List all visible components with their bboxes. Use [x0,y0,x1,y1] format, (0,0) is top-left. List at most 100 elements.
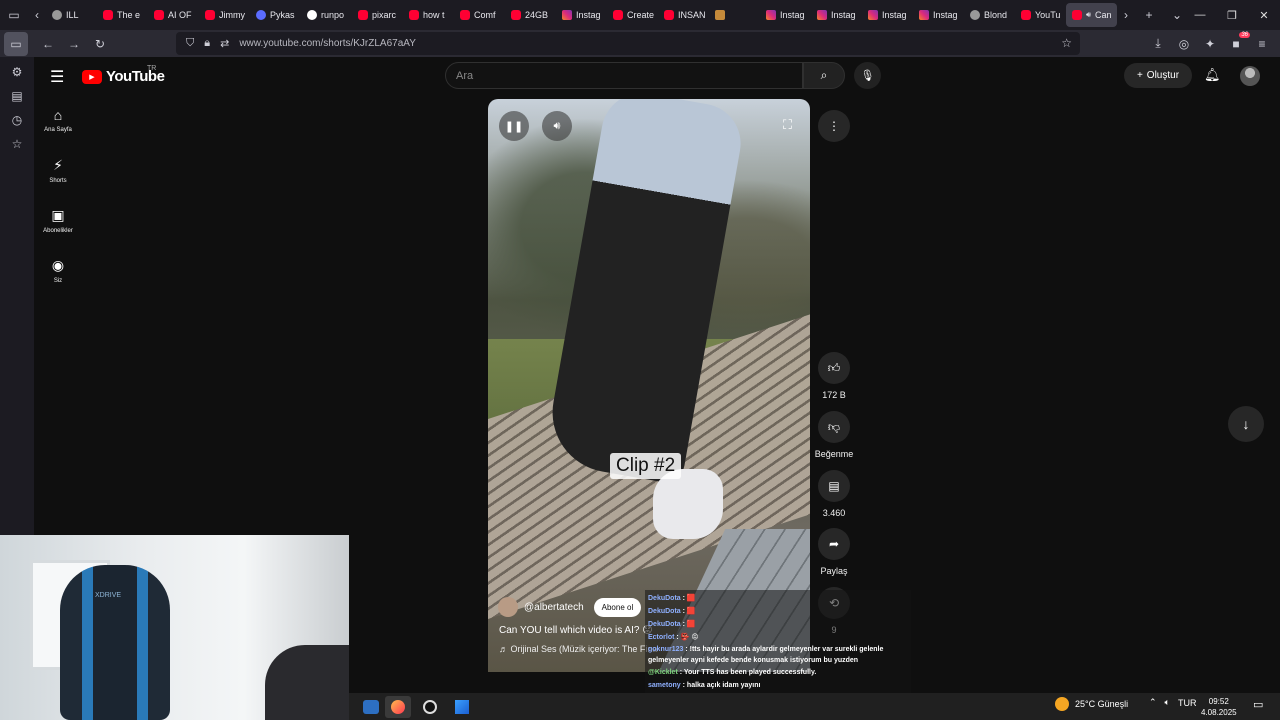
chat-username[interactable]: sametony [648,682,681,689]
create-button[interactable]: + Oluştur [1124,63,1192,88]
shield-icon[interactable]: ⛉ [186,37,194,50]
voice-search-button[interactable]: 🎙︎ [854,62,881,89]
thumbs-up-icon[interactable]: 👍︎ [818,352,850,384]
next-short-button[interactable]: ↓ [1228,406,1264,442]
new-tab-icon[interactable]: + [1135,0,1163,30]
chat-username[interactable]: goknur123 [648,646,683,653]
search-input[interactable]: Ara [445,62,803,89]
history-icon[interactable]: ◷ [12,113,22,127]
synced-tabs-icon[interactable]: ▤ [11,89,22,103]
browser-tab[interactable]: Instag [811,0,862,30]
browser-tab[interactable]: Pykas [250,0,301,30]
sidebar-item-user[interactable]: ◉ Siz [34,245,82,295]
thumbs-down-icon[interactable]: 👎︎ [818,411,850,443]
like-action[interactable]: 👍︎ 172 B [810,352,858,400]
browser-tab-bar: ▭ ‹ ILL The e AI OF Jimmy Pykas runpo pixarc ho… [0,0,1280,30]
task-view-icon[interactable] [363,699,379,714]
obs-taskbar-icon[interactable] [417,696,443,718]
more-options-button[interactable]: ⋮ [818,110,850,142]
browser-tab[interactable]: Jimmy [199,0,250,30]
tab-favicon-icon [358,10,368,20]
volume-button[interactable]: 🔊︎ [542,111,572,141]
browser-tab[interactable]: Instag [556,0,607,30]
browser-tab[interactable]: INSAN [658,0,709,30]
browser-tab[interactable]: Blond [964,0,1015,30]
chat-username[interactable]: DekuDota [648,608,681,615]
bookmarks-icon[interactable]: ☆ [12,137,23,151]
url-text[interactable]: www.youtube.com/shorts/KJrZLA67aAY [239,38,416,49]
bookmark-star-icon[interactable]: ☆ [1061,36,1072,50]
chat-username[interactable]: @Kicklet [648,669,678,676]
restore-icon[interactable]: ❐ [1216,0,1248,30]
browser-tab[interactable]: pixarc [352,0,403,30]
browser-tab[interactable]: Instag [760,0,811,30]
weather-widget[interactable]: 25°C Güneşli [1055,697,1128,711]
scroll-right-icon[interactable]: › [1117,0,1135,30]
scroll-left-icon[interactable]: ‹ [28,0,46,30]
browser-tab[interactable]: how t [403,0,454,30]
address-bar[interactable]: ⛉ 🔒︎ ⇄ www.youtube.com/shorts/KJrZLA67aA… [176,32,1080,55]
browser-tab[interactable]: YouTu [1015,0,1066,30]
browser-tab[interactable]: 🔊︎ Can [1066,3,1117,27]
sidebar-item-home[interactable]: ⌂ Ana Sayfa [34,95,82,145]
search-button[interactable]: ⌕ [803,62,845,89]
pause-button[interactable]: ❚❚ [499,111,529,141]
browser-tab[interactable] [709,0,760,30]
browser-tab[interactable]: 24GB [505,0,556,30]
browser-tab[interactable]: Create [607,0,658,30]
chat-username[interactable]: DekuDota [648,595,681,602]
sidebar-toggle-icon[interactable]: ▭ [4,31,28,56]
notifications-bell-icon[interactable]: 🔔︎ [1204,67,1221,83]
ai-chat-icon[interactable]: ⚙ [12,65,23,79]
reload-icon[interactable]: ↻ [88,32,112,56]
channel-name[interactable]: @albertatech [524,602,584,613]
language-indicator[interactable]: TUR [1178,698,1197,708]
app-taskbar-icon[interactable] [449,696,475,718]
browser-tab[interactable]: Instag [913,0,964,30]
tab-audio-icon[interactable]: 🔊︎ [1086,10,1091,20]
permissions-icon[interactable]: ⇄ [220,37,229,50]
account-icon[interactable]: ◎ [1174,37,1194,51]
lock-icon[interactable]: 🔒︎ [204,37,210,50]
browser-tab[interactable]: Instag [862,0,913,30]
logo-region: TR [147,65,157,72]
comments-action[interactable]: ▤ 3.460 [810,470,858,518]
subscribe-button[interactable]: Abone ol [593,597,642,617]
clock[interactable]: 09:52 4.08.2025 [1201,696,1237,718]
back-icon[interactable]: ← [36,32,60,56]
chat-username[interactable]: DekuDota [648,621,681,628]
channel-avatar[interactable] [498,597,518,617]
menu-icon[interactable]: ≡ [1252,37,1272,51]
tab-list-icon[interactable]: ▭ [0,0,28,30]
firefox-taskbar-icon[interactable] [385,695,411,718]
speaker-icon[interactable]: 🔈︎ [1165,697,1170,708]
short-music[interactable]: ♬ Orijinal Ses (Müzik içeriyor: The Fina [499,644,659,654]
share-icon[interactable]: ➦ [818,528,850,560]
browser-tab[interactable]: runpo [301,0,352,30]
sidebar-item-subscriptions[interactable]: ▣ Abonelikler [34,195,82,245]
short-title[interactable]: Can YOU tell which video is AI? 😟 [499,625,653,636]
dislike-action[interactable]: 👎︎ Beğenme [810,411,858,459]
account-avatar[interactable] [1240,66,1260,86]
hamburger-menu-icon[interactable]: ☰ [50,67,64,87]
browser-tab[interactable]: AI OF [148,0,199,30]
fullscreen-icon[interactable]: ⛶ [783,117,792,133]
browser-tab[interactable]: The e [97,0,148,30]
download-icon[interactable]: ⤓ [1148,36,1168,51]
tray-chevron-icon[interactable]: ⌃ [1149,697,1157,708]
youtube-logo[interactable]: ▶ YouTube TR [82,65,165,85]
share-action[interactable]: ➦ Paylaş [810,528,858,576]
browser-tab[interactable]: Comf [454,0,505,30]
extensions-icon[interactable]: ✦ [1200,37,1220,51]
minimize-icon[interactable]: — [1184,0,1216,30]
browser-tab[interactable]: ILL [46,0,97,30]
comment-icon[interactable]: ▤ [818,470,850,502]
notification-icon[interactable]: ▭ [1253,698,1263,711]
sidebar-item-shorts[interactable]: ⚡ Shorts [34,145,82,195]
close-icon[interactable]: ✕ [1248,0,1280,30]
forward-icon[interactable]: → [62,32,86,56]
extension-badge-icon[interactable]: ■ 36 [1226,31,1250,51]
chat-text: : halka açık idam yayını [682,682,761,689]
chat-username[interactable]: Ectorlot [648,634,674,641]
shorts-video-player[interactable]: ❚❚ 🔊︎ ⛶ Clip #2 @albertatech Abone ol Ca… [488,99,810,672]
